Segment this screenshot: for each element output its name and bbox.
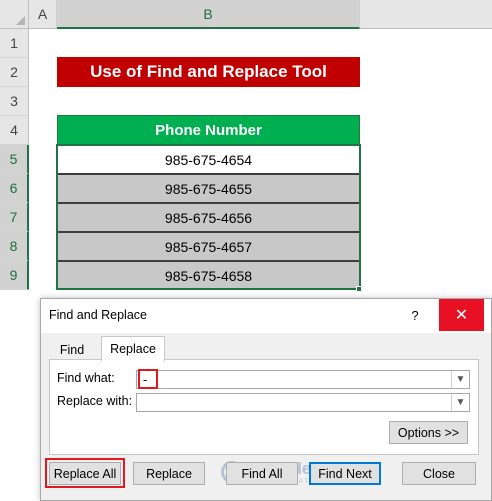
replace-with-label: Replace with:	[57, 394, 133, 408]
row-header-1[interactable]: 1	[0, 29, 29, 58]
replace-button[interactable]: Replace	[133, 462, 205, 485]
sheet-title-cell[interactable]: Use of Find and Replace Tool	[57, 57, 360, 87]
replace-with-combobox[interactable]: ▼	[136, 393, 470, 412]
close-icon[interactable]: ✕	[439, 299, 484, 331]
close-button[interactable]: Close	[402, 462, 476, 485]
find-and-replace-dialog: Find and Replace ? ✕ Find Replace Find w…	[40, 298, 492, 501]
phone-cell[interactable]: 985-675-4658	[57, 261, 360, 290]
row-header-5[interactable]: 5	[0, 145, 29, 174]
replace-panel: Find what: - ▼ Replace with: ▼ Options >…	[49, 359, 479, 455]
phone-cell[interactable]: 985-675-4656	[57, 203, 360, 232]
find-all-button[interactable]: Find All	[226, 462, 298, 485]
phone-number-header-cell[interactable]: Phone Number	[57, 115, 360, 145]
column-header-rest	[360, 0, 492, 29]
find-value-highlight	[138, 369, 158, 389]
column-header-a[interactable]: A	[29, 0, 57, 29]
help-button[interactable]: ?	[401, 299, 429, 331]
row-header-2[interactable]: 2	[0, 58, 29, 87]
row-header-6[interactable]: 6	[0, 174, 29, 203]
row-header-7[interactable]: 7	[0, 203, 29, 232]
row-header-3[interactable]: 3	[0, 87, 29, 116]
row-header-8[interactable]: 8	[0, 232, 29, 261]
find-what-combobox[interactable]: - ▼	[136, 370, 470, 389]
replace-all-highlight	[45, 458, 125, 488]
chevron-down-icon[interactable]: ▼	[451, 394, 469, 411]
fill-handle[interactable]	[356, 286, 362, 292]
tab-replace[interactable]: Replace	[101, 336, 165, 361]
phone-cell[interactable]: 985-675-4657	[57, 232, 360, 261]
row-header-4[interactable]: 4	[0, 116, 29, 145]
select-all-corner[interactable]	[0, 0, 29, 29]
find-what-label: Find what:	[57, 371, 115, 385]
select-all-triangle-icon	[16, 16, 25, 25]
row-header-9[interactable]: 9	[0, 261, 29, 290]
phone-cell[interactable]: 985-675-4655	[57, 174, 360, 203]
dialog-title: Find and Replace	[49, 308, 147, 322]
find-next-button[interactable]: Find Next	[309, 462, 381, 485]
column-header-b[interactable]: B	[57, 0, 360, 29]
options-button[interactable]: Options >>	[389, 421, 468, 444]
dialog-titlebar[interactable]: Find and Replace ? ✕	[41, 299, 491, 333]
chevron-down-icon[interactable]: ▼	[451, 371, 469, 388]
tab-find[interactable]: Find	[53, 339, 91, 360]
phone-cell[interactable]: 985-675-4654	[57, 145, 360, 174]
